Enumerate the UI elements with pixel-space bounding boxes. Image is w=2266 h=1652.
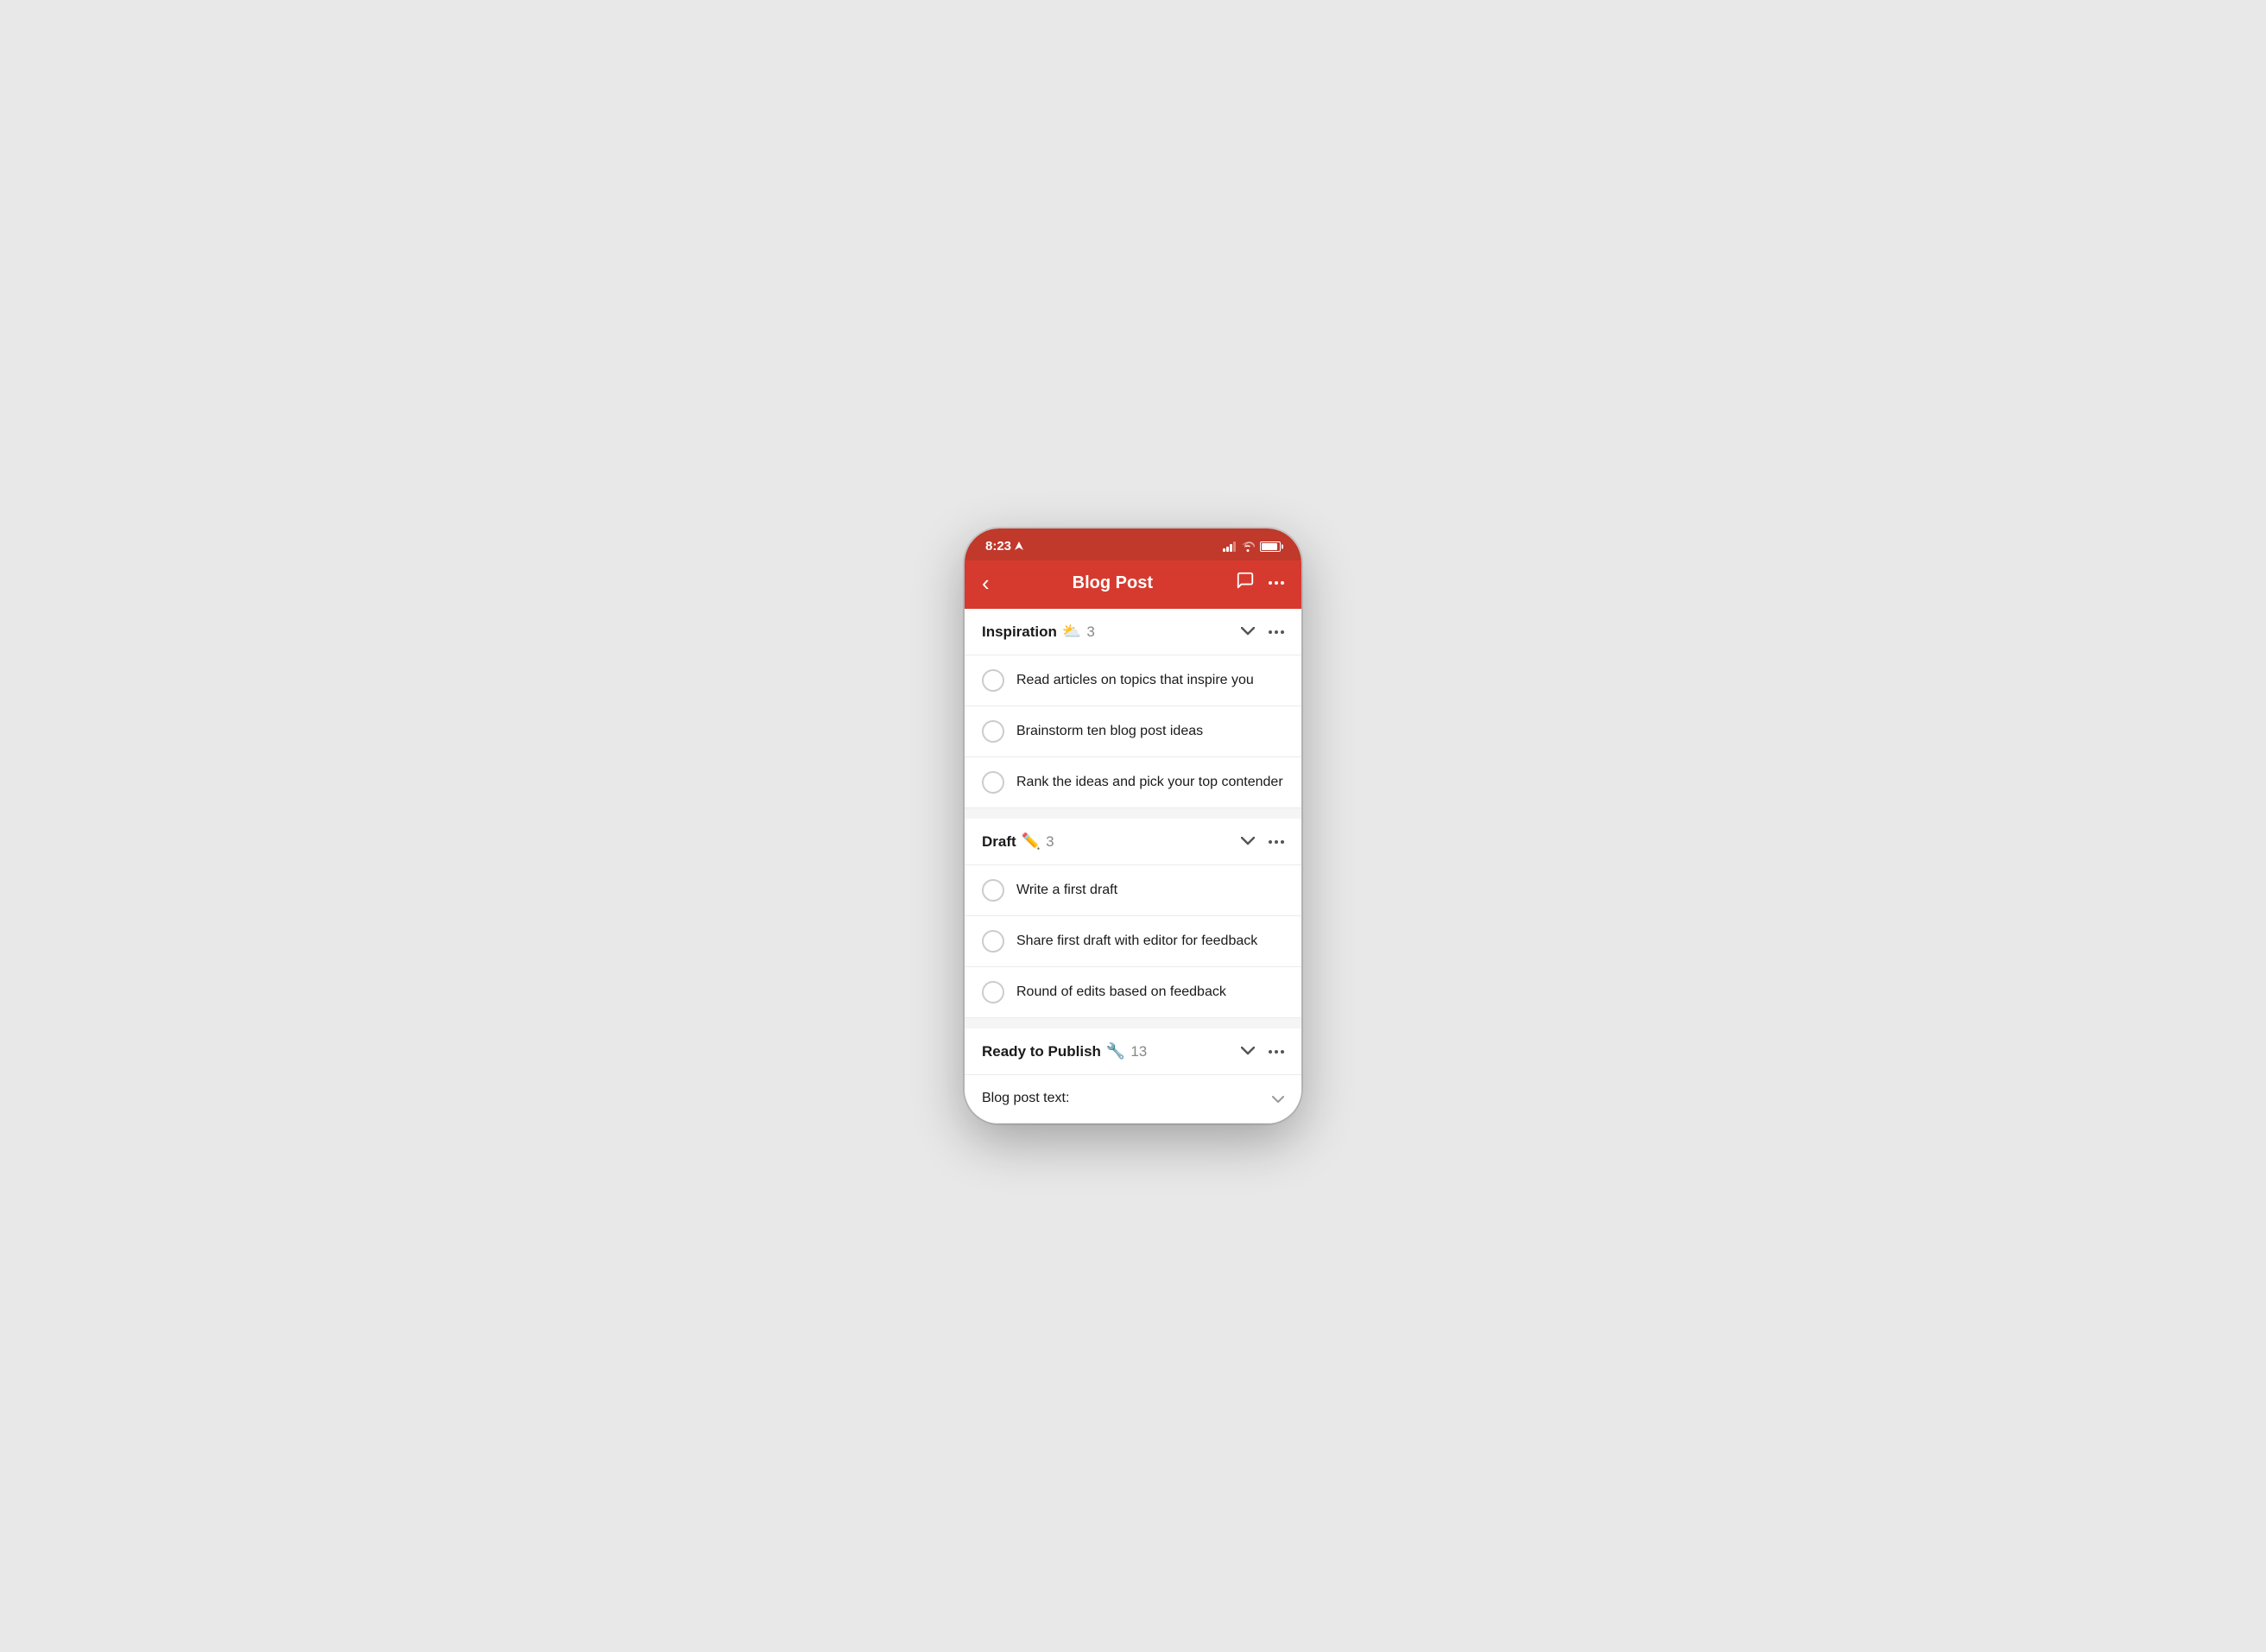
task-text: Read articles on topics that inspire you: [1016, 671, 1254, 690]
location-arrow-icon: [1015, 541, 1023, 552]
task-text: Share first draft with editor for feedba…: [1016, 932, 1257, 951]
publish-collapse-button[interactable]: [1241, 1044, 1255, 1060]
phone-frame: 8:23 ‹ Blog Post: [965, 529, 1301, 1123]
blog-post-text-expand-icon[interactable]: [1272, 1092, 1284, 1105]
section-divider: [965, 1018, 1301, 1029]
publish-title: Ready to Publish: [982, 1043, 1101, 1060]
draft-more-button[interactable]: [1269, 840, 1284, 844]
content-area: Inspiration ⛅ 3 Read articles on topics …: [965, 609, 1301, 1123]
back-button[interactable]: ‹: [982, 572, 990, 594]
task-text: Round of edits based on feedback: [1016, 983, 1226, 1002]
comment-icon[interactable]: [1236, 571, 1255, 595]
task-checkbox[interactable]: [982, 930, 1004, 953]
draft-count: 3: [1046, 833, 1054, 851]
inspiration-actions: [1241, 624, 1284, 640]
inspiration-title: Inspiration: [982, 623, 1057, 641]
page-title: Blog Post: [990, 573, 1236, 593]
inspiration-count: 3: [1086, 623, 1094, 641]
battery-icon: [1260, 541, 1281, 552]
task-text: Brainstorm ten blog post ideas: [1016, 722, 1203, 741]
task-checkbox[interactable]: [982, 981, 1004, 1003]
publish-count: 13: [1130, 1043, 1147, 1060]
inspiration-emoji: ⛅: [1062, 623, 1081, 641]
publish-section-header: Ready to Publish 🔧 13: [965, 1029, 1301, 1075]
time-display: 8:23: [985, 539, 1011, 554]
task-checkbox[interactable]: [982, 879, 1004, 902]
inspiration-more-button[interactable]: [1269, 630, 1284, 634]
publish-title-group: Ready to Publish 🔧 13: [982, 1042, 1147, 1060]
section-divider: [965, 808, 1301, 819]
publish-more-button[interactable]: [1269, 1050, 1284, 1054]
draft-section-header: Draft ✏️ 3: [965, 819, 1301, 865]
nav-actions: [1236, 571, 1284, 595]
inspiration-title-group: Inspiration ⛅ 3: [982, 623, 1095, 641]
draft-collapse-button[interactable]: [1241, 834, 1255, 850]
draft-actions: [1241, 834, 1284, 850]
blog-post-text-label: Blog post text:: [982, 1089, 1069, 1108]
publish-emoji: 🔧: [1106, 1042, 1125, 1060]
task-item: Rank the ideas and pick your top contend…: [965, 757, 1301, 808]
task-item: Read articles on topics that inspire you: [965, 655, 1301, 706]
blog-post-text-item[interactable]: Blog post text:: [965, 1075, 1301, 1123]
task-item: Share first draft with editor for feedba…: [965, 916, 1301, 967]
more-options-button[interactable]: [1269, 581, 1284, 585]
signal-icon: [1223, 541, 1236, 552]
nav-bar: ‹ Blog Post: [965, 560, 1301, 609]
inspiration-collapse-button[interactable]: [1241, 624, 1255, 640]
draft-title-group: Draft ✏️ 3: [982, 832, 1054, 851]
publish-actions: [1241, 1044, 1284, 1060]
task-item: Round of edits based on feedback: [965, 967, 1301, 1018]
draft-emoji: ✏️: [1022, 832, 1041, 851]
inspiration-section-header: Inspiration ⛅ 3: [965, 609, 1301, 655]
status-icons: [1223, 541, 1281, 552]
status-bar: 8:23: [965, 529, 1301, 560]
blog-post-text-left: Blog post text:: [982, 1089, 1069, 1108]
task-item: Write a first draft: [965, 865, 1301, 916]
task-text: Rank the ideas and pick your top contend…: [1016, 773, 1283, 792]
status-time: 8:23: [985, 539, 1023, 554]
task-checkbox[interactable]: [982, 771, 1004, 794]
task-text: Write a first draft: [1016, 881, 1117, 900]
draft-title: Draft: [982, 833, 1016, 851]
wifi-icon: [1241, 541, 1255, 552]
task-checkbox[interactable]: [982, 669, 1004, 692]
task-item: Brainstorm ten blog post ideas: [965, 706, 1301, 757]
task-checkbox[interactable]: [982, 720, 1004, 743]
